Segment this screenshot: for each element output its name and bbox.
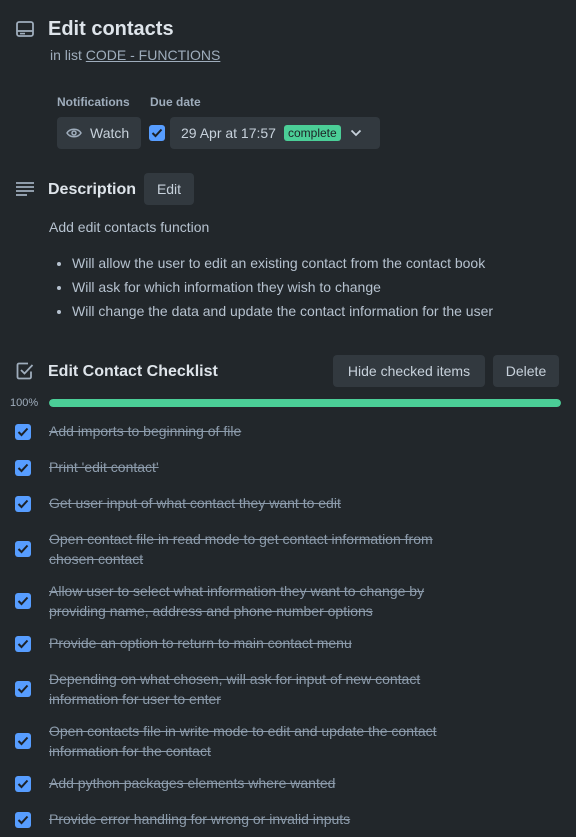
checklist-item[interactable]: Add imports to beginning of file <box>0 421 576 441</box>
checklist-item-line: providing name, address and phone number… <box>49 603 373 619</box>
checklist-item-line: Get user input of what contact they want… <box>49 495 341 511</box>
checklist-item-checkbox[interactable] <box>15 681 31 697</box>
checklist-item-line: Depending on what chosen, will ask for i… <box>49 671 421 687</box>
checklist-item-line: Open contact file in read mode to get co… <box>49 531 433 547</box>
checklist-item[interactable]: Depending on what chosen, will ask for i… <box>0 669 576 709</box>
checklist-item-checkbox[interactable] <box>15 593 31 609</box>
notifications-label: Notifications <box>57 95 130 109</box>
check-icon <box>17 684 29 694</box>
delete-checklist-button[interactable]: Delete <box>493 355 559 387</box>
description-bullet: Will change the data and update the cont… <box>72 302 493 326</box>
list-info: in list CODE - FUNCTIONS <box>50 47 220 63</box>
checklist-item-checkbox[interactable] <box>15 460 31 476</box>
check-icon <box>17 736 29 746</box>
checklist-item[interactable]: Print 'edit contact' <box>0 457 576 477</box>
edit-description-button[interactable]: Edit <box>144 173 194 205</box>
description-bullet: Will ask for which information they wish… <box>72 278 493 302</box>
checklist-item-checkbox[interactable] <box>15 733 31 749</box>
description-lines-icon <box>16 182 34 196</box>
checklist-item[interactable]: Provide error handling for wrong or inva… <box>0 809 576 829</box>
watch-label: Watch <box>90 125 130 141</box>
description-heading: Description <box>48 181 137 198</box>
check-icon <box>17 499 29 509</box>
checklist-item-checkbox[interactable] <box>15 776 31 792</box>
checklist-item-line: Add python packages elements where wante… <box>49 775 336 791</box>
checklist-item-text: Add imports to beginning of file <box>49 421 479 441</box>
due-date-button[interactable]: 29 Apr at 17:57 complete <box>170 117 380 149</box>
checklist-item-checkbox[interactable] <box>15 636 31 652</box>
checklist-item-line: Open contacts file in write mode to edit… <box>49 723 437 739</box>
checklist-title: Edit Contact Checklist <box>48 363 218 380</box>
list-link[interactable]: CODE - FUNCTIONS <box>86 47 221 63</box>
checklist-item-line: Add imports to beginning of file <box>49 423 242 439</box>
description-text: Add edit contacts function <box>49 219 210 235</box>
checklist-item[interactable]: Open contacts file in write mode to edit… <box>0 721 576 761</box>
watch-button[interactable]: Watch <box>57 117 141 149</box>
progress-percent: 100% <box>10 397 39 409</box>
card-title: Edit contacts <box>48 18 174 40</box>
checklist-item-checkbox[interactable] <box>15 812 31 828</box>
description-bullet: Will allow the user to edit an existing … <box>72 254 493 278</box>
due-date-label: Due date <box>150 95 201 109</box>
checklist-item-text: Open contacts file in write mode to edit… <box>49 721 479 761</box>
checklist-item-line: Allow user to select what information th… <box>49 583 425 599</box>
checklist-item[interactable]: Allow user to select what information th… <box>0 581 576 621</box>
checklist-item-line: Provide error handling for wrong or inva… <box>49 811 351 827</box>
progress-bar-fill <box>49 399 561 407</box>
check-icon <box>17 427 29 437</box>
checklist-item[interactable]: Add python packages elements where wante… <box>0 773 576 793</box>
checklist-item-line: information for user to enter <box>49 691 221 707</box>
checklist-item[interactable]: Get user input of what contact they want… <box>0 493 576 513</box>
description-bullets: Will allow the user to edit an existing … <box>50 254 493 326</box>
checklist-item-text: Provide error handling for wrong or inva… <box>49 809 479 829</box>
eye-icon <box>66 128 82 138</box>
checklist-item-text: Provide an option to return to main cont… <box>49 633 479 653</box>
card-icon <box>16 21 34 37</box>
due-date-checkbox[interactable] <box>149 125 165 141</box>
check-icon <box>17 596 29 606</box>
checklist-item-line: chosen contact <box>49 551 144 567</box>
status-badge: complete <box>283 125 341 141</box>
checklist-item-line: Print 'edit contact' <box>49 459 159 475</box>
checklist-item-text: Print 'edit contact' <box>49 457 479 477</box>
checklist-item-text: Allow user to select what information th… <box>49 581 479 621</box>
chevron-down-icon <box>350 129 361 137</box>
check-icon <box>17 779 29 789</box>
checklist-item[interactable]: Provide an option to return to main cont… <box>0 633 576 653</box>
checklist-item-text: Depending on what chosen, will ask for i… <box>49 669 479 709</box>
check-icon <box>151 128 163 138</box>
progress-bar <box>49 399 561 407</box>
check-icon <box>17 463 29 473</box>
checklist-item-text: Add python packages elements where wante… <box>49 773 479 793</box>
checklist-item-checkbox[interactable] <box>15 496 31 512</box>
checklist-item-checkbox[interactable] <box>15 541 31 557</box>
checklist-icon <box>16 362 34 380</box>
checklist-item[interactable]: Open contact file in read mode to get co… <box>0 529 576 569</box>
list-prefix: in list <box>50 47 82 63</box>
checklist-item-line: Provide an option to return to main cont… <box>49 635 352 651</box>
checklist-item-checkbox[interactable] <box>15 424 31 440</box>
checklist-item-text: Get user input of what contact they want… <box>49 493 479 513</box>
checklist-item-text: Open contact file in read mode to get co… <box>49 529 479 569</box>
due-date-value: 29 Apr at 17:57 <box>181 125 276 141</box>
hide-checked-items-button[interactable]: Hide checked items <box>333 355 485 387</box>
check-icon <box>17 815 29 825</box>
checklist-item-line: information for the contact <box>49 743 211 759</box>
check-icon <box>17 544 29 554</box>
check-icon <box>17 639 29 649</box>
